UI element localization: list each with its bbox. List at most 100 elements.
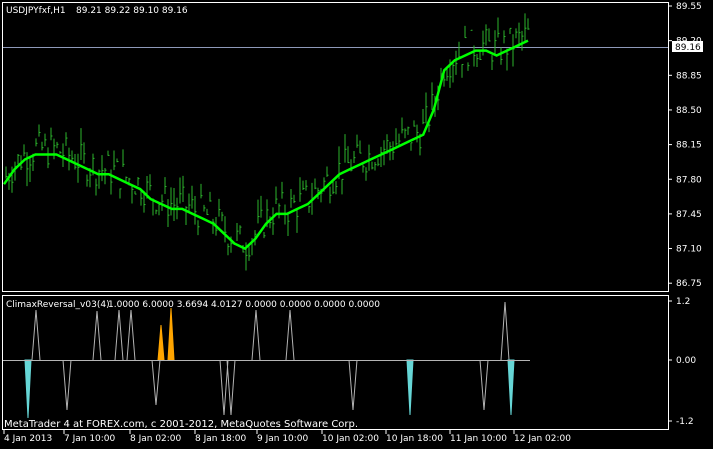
time-tick-label: 7 Jan 10:00: [64, 434, 116, 444]
indicator-values: 1.0000 6.0000 3.6694 4.0127 0.0000 0.000…: [108, 300, 380, 310]
price-bar: [287, 214, 290, 236]
price-bar: [86, 174, 89, 187]
price-bar: [194, 196, 197, 225]
price-bar: [14, 161, 17, 181]
price-bar: [278, 203, 281, 219]
price-bar: [62, 143, 65, 167]
price-bar: [458, 41, 461, 59]
price-bar: [173, 187, 176, 221]
price-bar: [47, 147, 50, 169]
price-bar: [272, 207, 275, 235]
price-bar: [473, 45, 476, 67]
time-axis: 4 Jan 2013 7 Jan 10:00 8 Jan 02:00 8 Jan 18…: [3, 430, 571, 444]
price-bar: [257, 199, 260, 224]
price-bar: [500, 47, 503, 65]
indicator-spike: [62, 359, 72, 411]
price-tick-label: 88.50: [676, 106, 702, 116]
price-bar: [488, 28, 491, 42]
price-tick-label: 87.10: [676, 245, 702, 255]
price-bar: [74, 153, 77, 170]
indicator-spike: [500, 301, 510, 361]
price-bar: [83, 142, 86, 164]
price-bar: [491, 55, 494, 70]
price-tick-label: 88.15: [676, 141, 702, 151]
indicator-spike: [114, 309, 124, 361]
price-bar: [38, 124, 41, 137]
price-bar: [410, 142, 413, 151]
price-bar: [329, 186, 332, 204]
time-tick-label: 10 Jan 02:00: [322, 434, 379, 444]
time-tick-label: 4 Jan 2013: [4, 434, 52, 444]
price-bar: [326, 166, 329, 177]
price-tick-label: 86.75: [676, 279, 702, 289]
price-bar: [368, 144, 371, 171]
indicator-spike: [251, 309, 261, 361]
price-bar: [134, 191, 137, 195]
indicator-spike: [348, 359, 358, 411]
price-bar: [101, 155, 104, 182]
price-bar: [95, 178, 98, 196]
price-bar: [164, 177, 167, 195]
price-bar: [314, 178, 317, 190]
price-bar: [302, 180, 305, 191]
indicator-spike: [479, 359, 489, 411]
price-bar: [221, 211, 224, 222]
price-bar: [452, 61, 455, 83]
price-bar: [335, 181, 338, 195]
indicator-spike: [31, 309, 41, 361]
price-bar: [305, 180, 308, 191]
price-bar: [341, 178, 344, 195]
price-bar: [413, 120, 416, 127]
price-bar: [359, 140, 362, 154]
indicator-tick-label: 0.00: [676, 356, 696, 366]
price-bar: [422, 108, 425, 125]
price-bar: [137, 177, 140, 186]
indicator-spike: [285, 309, 295, 361]
price-bar: [56, 141, 59, 149]
price-bar: [68, 147, 71, 171]
indicator-name: ClimaxReversal_v03(4): [6, 300, 110, 310]
price-bar: [296, 209, 299, 233]
price-bar: [404, 128, 407, 139]
time-tick-label: 9 Jan 10:00: [257, 434, 309, 444]
price-bar: [170, 187, 173, 216]
price-bar: [44, 133, 47, 147]
price-bar: [299, 177, 302, 202]
price-bar: [407, 126, 410, 135]
price-bar: [461, 63, 464, 78]
indicator-spike: [151, 359, 161, 406]
price-bar: [485, 24, 488, 46]
indicator-axis: 1.2 0.00 -1.2: [668, 297, 696, 427]
price-bar: [293, 194, 296, 204]
indicator-spike: [157, 324, 165, 361]
price-bar: [23, 144, 26, 157]
price-bar: [5, 166, 8, 179]
time-tick-label: 8 Jan 02:00: [130, 434, 182, 444]
price-bars: [5, 13, 530, 271]
indicator-spike: [167, 307, 175, 361]
price-bar: [515, 28, 518, 39]
moving-average-line: [2, 39, 529, 251]
price-bar: [29, 157, 32, 183]
price-bar: [236, 223, 239, 242]
indicator-tick-label: -1.2: [676, 417, 694, 427]
price-bar: [107, 150, 110, 156]
price-bar: [395, 128, 398, 146]
price-bar: [380, 146, 383, 168]
price-bar: [17, 154, 20, 165]
price-bar: [218, 198, 221, 217]
price-bar: [308, 205, 311, 213]
price-bar: [200, 183, 203, 199]
price-bar: [167, 199, 170, 227]
price-tick-label: 87.80: [676, 175, 702, 185]
price-bar: [479, 50, 482, 60]
price-bar: [353, 151, 356, 163]
price-bar: [470, 29, 473, 31]
price-bar: [50, 127, 53, 141]
price-bar: [182, 175, 185, 202]
price-bar: [401, 117, 404, 134]
chart-window: USDJPYfxf,H1 89.21 89.22 89.10 89.16 Cli…: [2, 2, 703, 444]
price-bar: [41, 141, 44, 151]
price-bar: [188, 193, 191, 213]
symbol-label: USDJPYfxf,H1: [6, 6, 66, 16]
